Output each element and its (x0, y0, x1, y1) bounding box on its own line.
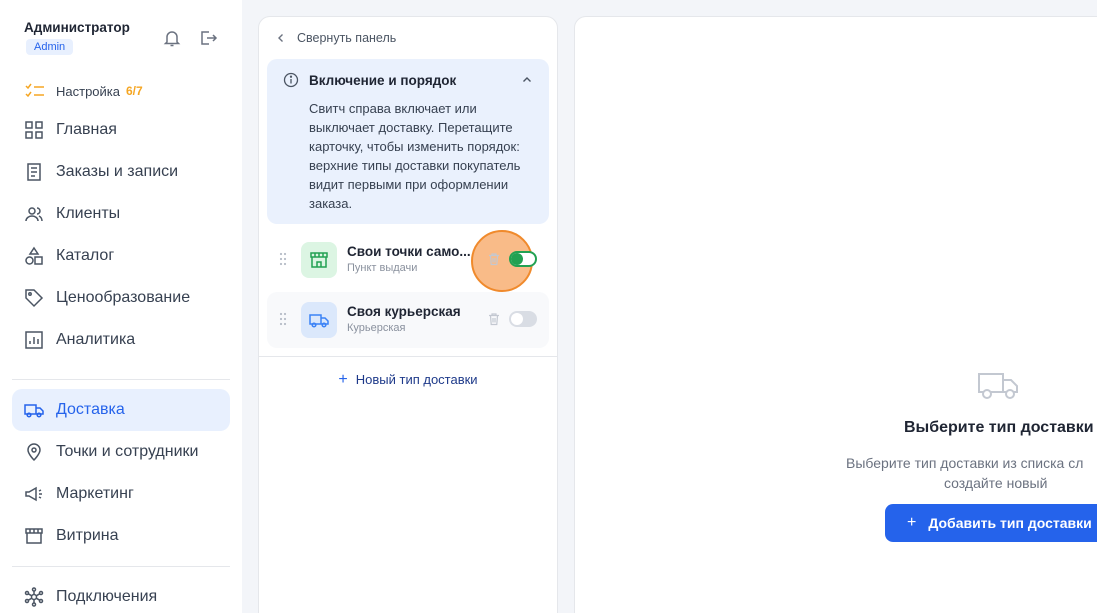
nav-item-storefront[interactable]: Витрина (12, 515, 230, 557)
store-icon (24, 526, 44, 546)
nav-item-delivery[interactable]: Доставка (12, 389, 230, 431)
collapse-panel-button[interactable]: Свернуть панель (275, 31, 396, 45)
nav-item-catalog[interactable]: Каталог (12, 235, 230, 277)
nav-label: Аналитика (56, 331, 136, 348)
delivery-toggle[interactable] (509, 311, 537, 327)
add-button-label: Добавить тип доставки (928, 515, 1092, 531)
info-icon (283, 72, 299, 88)
megaphone-icon (24, 484, 44, 504)
nav-item-analytics[interactable]: Аналитика (12, 319, 230, 361)
collapse-label: Свернуть панель (297, 31, 397, 45)
setup-progress[interactable]: Настройка 6/7 (24, 82, 143, 100)
nav-label: Подключения (56, 588, 158, 605)
users-icon (24, 204, 44, 224)
info-text: Свитч справа включает или выключает дост… (309, 101, 521, 211)
add-delivery-type-link[interactable]: + Новый тип доставки (259, 371, 557, 389)
chevron-up-icon[interactable] (521, 73, 533, 85)
nav-label: Ценообразование (56, 289, 191, 306)
shapes-icon (24, 246, 44, 266)
empty-state-title: Выберите тип доставки (904, 419, 1094, 436)
main-nav: Главная Заказы и записи Клиенты Каталог … (12, 109, 230, 613)
drag-handle-icon[interactable] (279, 252, 287, 266)
empty-text-line: Выберите тип доставки из списка сл (846, 455, 1084, 471)
role-badge: Admin (26, 39, 74, 55)
nav-item-clients[interactable]: Клиенты (12, 193, 230, 235)
plus-icon: + (907, 514, 917, 531)
user-name: Администратор (24, 20, 130, 35)
plus-icon: + (338, 371, 348, 388)
nav-label: Доставка (56, 401, 125, 418)
delivery-card[interactable]: Свои точки само... Пункт выдачи (267, 230, 549, 292)
chart-icon (24, 330, 44, 350)
delivery-subtitle: Пункт выдачи (347, 262, 418, 274)
receipt-icon (24, 162, 44, 182)
nav-label: Маркетинг (56, 485, 134, 502)
location-pin-icon (24, 442, 44, 462)
nav-label: Каталог (56, 247, 115, 264)
empty-text-line: создайте новый (944, 475, 1048, 491)
nav-item-home[interactable]: Главная (12, 109, 230, 151)
add-delivery-label: Новый тип доставки (355, 372, 478, 387)
sidebar: Администратор Admin Настройка 6/7 Главна… (0, 0, 242, 613)
toggle-knob (511, 313, 523, 325)
delivery-title: Своя курьерская (347, 304, 461, 319)
delivery-subtitle: Курьерская (347, 322, 406, 334)
trash-icon[interactable] (487, 252, 501, 266)
setup-label: Настройка (56, 83, 120, 99)
toggle-knob (511, 253, 523, 265)
nav-item-marketing[interactable]: Маркетинг (12, 473, 230, 515)
network-icon (24, 587, 44, 607)
logout-icon[interactable] (198, 28, 218, 48)
drag-handle-icon[interactable] (279, 312, 287, 326)
nav-item-points[interactable]: Точки и сотрудники (12, 431, 230, 473)
nav-label: Витрина (56, 527, 119, 544)
nav-item-pricing[interactable]: Ценообразование (12, 277, 230, 319)
store-icon (301, 242, 337, 278)
delivery-title: Свои точки само... (347, 244, 471, 259)
tag-icon (24, 288, 44, 308)
truck-icon (301, 302, 337, 338)
setup-count: 6/7 (126, 84, 143, 98)
nav-divider (12, 379, 230, 380)
nav-label: Точки и сотрудники (56, 443, 199, 460)
add-delivery-type-button[interactable]: + Добавить тип доставки (885, 504, 1097, 542)
nav-divider (12, 566, 230, 567)
nav-item-orders[interactable]: Заказы и записи (12, 151, 230, 193)
truck-icon (24, 400, 44, 420)
delivery-card[interactable]: Своя курьерская Курьерская (267, 292, 549, 348)
nav-label: Клиенты (56, 205, 121, 222)
panel-divider (259, 356, 557, 357)
checklist-icon (24, 82, 46, 100)
nav-label: Главная (56, 121, 117, 138)
delivery-types-panel: Свернуть панель Включение и порядок Свит… (258, 16, 558, 613)
trash-icon[interactable] (487, 312, 501, 326)
info-header[interactable]: Включение и порядок (283, 72, 456, 88)
nav-item-integrations[interactable]: Подключения (12, 576, 230, 613)
nav-label: Заказы и записи (56, 163, 179, 180)
empty-state-text: Выберите тип доставки из списка сл созда… (846, 453, 1097, 493)
bell-icon[interactable] (162, 28, 182, 48)
info-box: Включение и порядок Свитч справа включае… (267, 59, 549, 224)
user-block: Администратор Admin (24, 20, 130, 55)
grid-icon (24, 120, 44, 140)
truck-icon (977, 368, 1021, 402)
info-title: Включение и порядок (309, 72, 457, 88)
delivery-toggle[interactable] (509, 251, 537, 267)
chevron-left-icon (275, 32, 287, 44)
